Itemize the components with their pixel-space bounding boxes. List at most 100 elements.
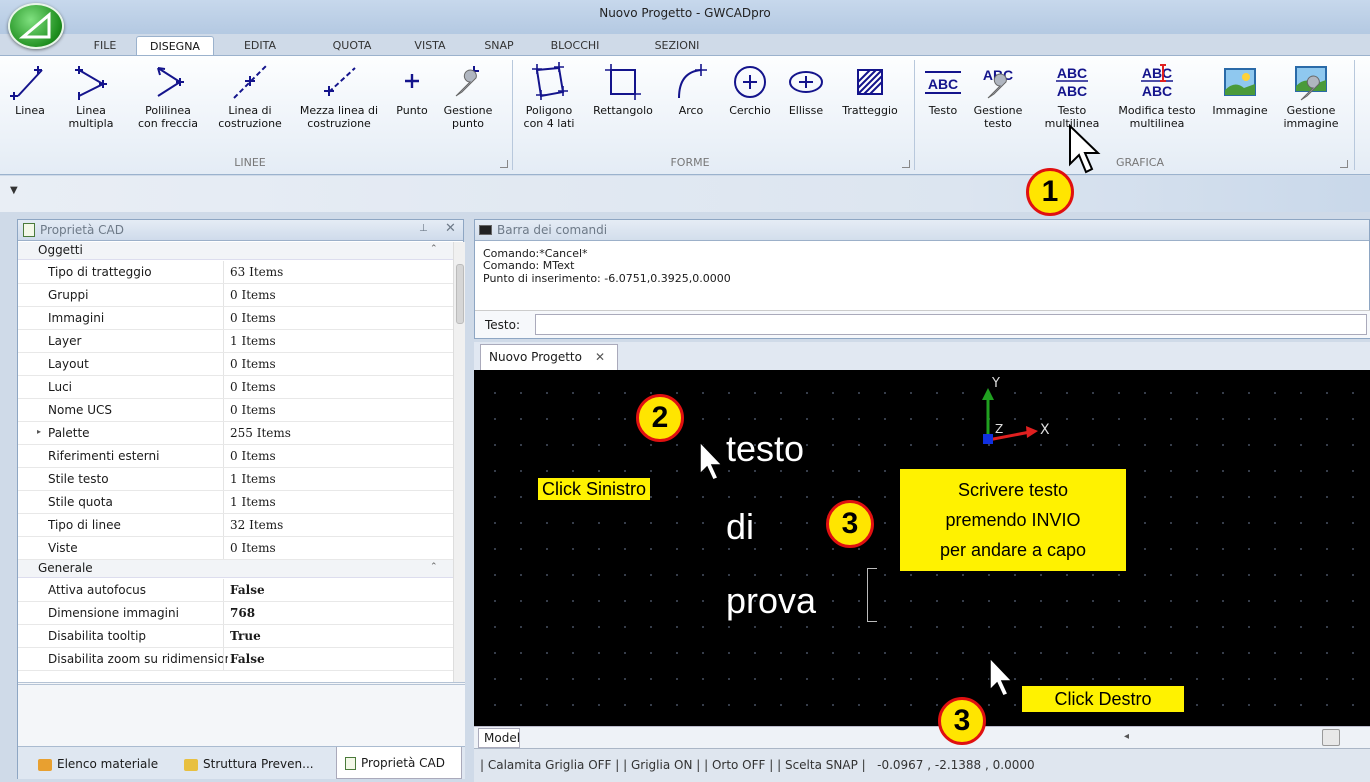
collapse-icon[interactable]: ⌃ — [430, 562, 438, 572]
property-row[interactable]: Tipo di tratteggio 63 Items — [18, 261, 453, 284]
tab-sezioni[interactable]: SEZIONI — [640, 36, 714, 56]
modifica-testo-multilinea-button[interactable]: ABC ABC Modifica testo multilinea — [1112, 60, 1202, 130]
tab-quota[interactable]: QUOTA — [322, 36, 382, 56]
property-row[interactable]: ▸ Palette 255 Items — [18, 422, 453, 445]
property-row[interactable]: Attiva autofocus False — [18, 579, 453, 602]
point-icon — [405, 74, 419, 88]
property-scrollbar[interactable] — [453, 242, 465, 682]
property-row[interactable]: Immagini 0 Items — [18, 307, 453, 330]
property-key: Stile testo — [48, 472, 109, 486]
property-row[interactable]: Disabilita zoom su ridimension False — [18, 648, 453, 671]
text-icon: ABC — [925, 71, 961, 94]
property-row[interactable]: Disabilita tooltip True — [18, 625, 453, 648]
arco-button[interactable]: Arco — [668, 60, 714, 117]
rectangle-icon — [605, 64, 641, 100]
tab-struttura-preventivo[interactable]: Struttura Preven... — [184, 753, 332, 775]
polilinea-freccia-button[interactable]: Polilinea con freccia — [132, 60, 204, 130]
property-row[interactable]: Nome UCS 0 Items — [18, 399, 453, 422]
property-row[interactable]: Viste 0 Items — [18, 537, 453, 560]
property-value: 255 Items — [223, 422, 448, 444]
tab-edita[interactable]: EDITA — [230, 36, 290, 56]
property-key: Gruppi — [48, 288, 89, 302]
quick-access-toolbar: ▼ — [0, 176, 1370, 212]
gestione-immagine-button[interactable]: Gestione immagine — [1278, 60, 1344, 130]
collapse-icon[interactable]: ⌃ — [430, 244, 438, 254]
linea-button[interactable]: Linea — [6, 60, 54, 117]
window-title: Nuovo Progetto - GWCADpro — [599, 6, 771, 20]
materials-icon — [38, 758, 52, 771]
property-row[interactable]: Stile quota 1 Items — [18, 491, 453, 514]
testo-multilinea-button[interactable]: ABC ABC Testo multilinea — [1036, 60, 1108, 130]
punto-button[interactable]: Punto — [390, 60, 434, 117]
instruction-box: Scrivere testo premendo INVIO per andare… — [900, 469, 1126, 571]
tab-vista[interactable]: VISTA — [400, 36, 460, 56]
property-row[interactable]: Dimensione immagini 768 — [18, 602, 453, 625]
property-value: 768 — [223, 602, 448, 624]
click-destro-label: Click Destro — [1022, 686, 1184, 712]
property-value: 1 Items — [223, 330, 448, 352]
category-label: Oggetti — [38, 243, 83, 257]
gestione-punto-button[interactable]: Gestione punto — [440, 60, 496, 130]
pin-icon[interactable]: ⊥ — [419, 223, 428, 234]
property-row[interactable]: Layer 1 Items — [18, 330, 453, 353]
property-row[interactable]: Tipo di linee 32 Items — [18, 514, 453, 537]
tab-blocchi[interactable]: BLOCCHI — [540, 36, 610, 56]
status-text: | Calamita Griglia OFF | | Griglia ON | … — [480, 758, 1035, 772]
command-input[interactable] — [535, 314, 1367, 335]
linea-costruzione-button[interactable]: Linea di costruzione — [212, 60, 288, 130]
mezza-linea-label2: costruzione — [307, 117, 371, 130]
immagine-button[interactable]: Immagine — [1208, 60, 1272, 117]
scroll-left-icon[interactable]: ◂ — [1124, 731, 1129, 742]
cerchio-button[interactable]: Cerchio — [722, 60, 778, 117]
tratteggio-button[interactable]: Tratteggio — [834, 60, 906, 117]
group-launcher-forme[interactable] — [902, 160, 910, 168]
horizontal-scrollbar-thumb[interactable] — [1322, 729, 1340, 746]
property-row[interactable]: Riferimenti esterni 0 Items — [18, 445, 453, 468]
mezza-linea-label1: Mezza linea di — [299, 104, 379, 117]
property-row[interactable]: Luci 0 Items — [18, 376, 453, 399]
document-tabstrip: Nuovo Progetto ✕ — [474, 342, 1370, 370]
app-logo-icon — [19, 11, 51, 39]
mezza-linea-button[interactable]: Mezza linea di costruzione — [294, 60, 384, 130]
close-icon[interactable]: ✕ — [445, 221, 456, 236]
app-menu-button[interactable] — [8, 3, 64, 49]
property-key: Immagini — [48, 311, 105, 325]
tab-proprieta-cad[interactable]: Proprietà CAD — [336, 747, 462, 779]
linea-multipla-button[interactable]: Linea multipla — [62, 60, 120, 130]
property-row[interactable]: Stile testo 1 Items — [18, 468, 453, 491]
polilinea-label1: Polilinea — [145, 104, 191, 117]
group-launcher-grafica[interactable] — [1340, 160, 1348, 168]
poligono-button[interactable]: Poligono con 4 lati — [518, 60, 580, 130]
model-tab[interactable]: Model — [478, 728, 520, 748]
document-tab[interactable]: Nuovo Progetto ✕ — [480, 344, 618, 370]
scrollbar-thumb[interactable] — [456, 264, 464, 324]
testo-button[interactable]: ABC Testo — [920, 60, 966, 117]
polygon-icon — [532, 62, 568, 100]
tab-file[interactable]: FILE — [80, 36, 130, 56]
group-launcher-linee[interactable] — [500, 160, 508, 168]
callout-3b: 3 — [938, 697, 986, 745]
svg-text:ABC: ABC — [1142, 83, 1172, 99]
qat-dropdown-icon[interactable]: ▼ — [10, 185, 18, 196]
immagine-label: Immagine — [1212, 104, 1268, 117]
group-label-linee: LINEE — [234, 156, 266, 169]
document-tab-label: Nuovo Progetto — [489, 350, 582, 364]
property-row[interactable]: Gruppi 0 Items — [18, 284, 453, 307]
svg-text:ABC: ABC — [1057, 83, 1087, 99]
property-row[interactable]: Layout 0 Items — [18, 353, 453, 376]
group-separator — [512, 60, 513, 170]
rettangolo-button[interactable]: Rettangolo — [588, 60, 658, 117]
category-generale[interactable]: Generale ⌃ — [18, 560, 453, 578]
callout-3: 3 — [826, 500, 874, 548]
property-key: Palette — [48, 426, 90, 440]
ellisse-button[interactable]: Ellisse — [782, 60, 830, 117]
expand-icon[interactable]: ▸ — [37, 427, 41, 436]
tab-snap[interactable]: SNAP — [474, 36, 524, 56]
command-history-line: Comando: MText — [483, 259, 575, 272]
category-oggetti[interactable]: Oggetti ⌃ — [18, 242, 453, 260]
tab-elenco-materiale[interactable]: Elenco materiale — [38, 753, 178, 775]
tab-disegna[interactable]: DISEGNA — [136, 36, 214, 56]
gestione-testo-button[interactable]: ABC Gestione testo — [970, 60, 1026, 130]
close-tab-icon[interactable]: ✕ — [595, 345, 605, 369]
status-bar: | Calamita Griglia OFF | | Griglia ON | … — [474, 748, 1370, 782]
